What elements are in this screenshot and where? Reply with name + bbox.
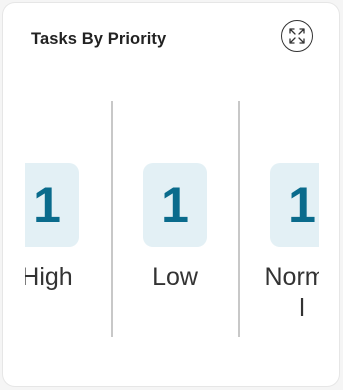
- priority-carousel[interactable]: 1 High 1 Low 1 Normal: [25, 99, 319, 339]
- priority-label: High: [25, 263, 73, 291]
- priority-track: 1 High 1 Low 1 Normal: [25, 99, 319, 339]
- priority-label: Low: [152, 263, 198, 291]
- priority-count: 1: [288, 177, 316, 233]
- priority-count: 1: [161, 177, 189, 233]
- priority-column-low[interactable]: 1 Low: [111, 99, 239, 339]
- priority-column-high[interactable]: 1 High: [25, 99, 111, 339]
- priority-label: Normal: [264, 263, 319, 322]
- expand-button[interactable]: [281, 20, 313, 52]
- count-box: 1: [143, 163, 207, 247]
- card-title: Tasks By Priority: [31, 30, 167, 48]
- tasks-by-priority-card: Tasks By Priority 1 High 1 Low 1 Norm l: [3, 3, 339, 386]
- count-box: 1: [25, 163, 79, 247]
- priority-count: 1: [33, 177, 61, 233]
- expand-arrows-icon: [289, 28, 305, 44]
- count-box: 1: [270, 163, 319, 247]
- priority-column-normal[interactable]: 1 Normal: [238, 99, 319, 339]
